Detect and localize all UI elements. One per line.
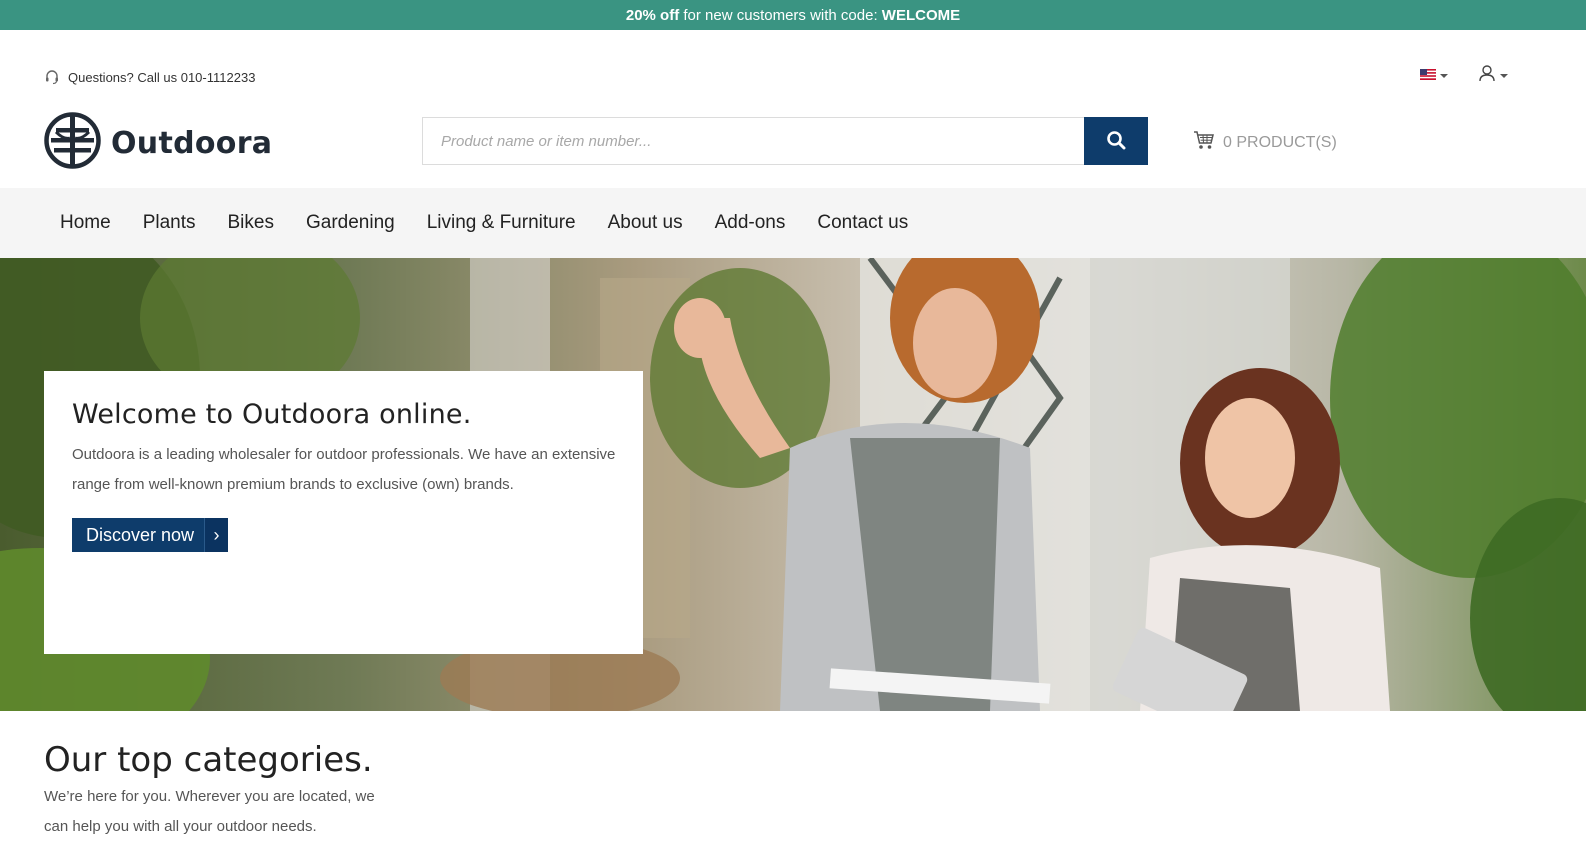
logo-tree-icon <box>44 112 101 174</box>
support-phone-text: Questions? Call us 010-1112233 <box>68 69 256 85</box>
search-button[interactable] <box>1084 117 1148 165</box>
language-selector[interactable] <box>1420 67 1448 85</box>
promo-code: WELCOME <box>881 6 961 24</box>
main-nav: Home Plants Bikes Gardening Living & Fur… <box>0 188 1586 258</box>
user-icon <box>1478 64 1496 87</box>
chevron-right-icon: › <box>204 518 229 552</box>
nav-item-about-us[interactable]: About us <box>592 212 699 234</box>
cart-icon <box>1193 130 1215 155</box>
discover-now-label: Discover now <box>86 524 195 545</box>
nav-item-add-ons[interactable]: Add-ons <box>699 212 802 234</box>
categories-subtitle: We’re here for you. Wherever you are loc… <box>44 788 375 835</box>
promo-highlight: 20% off <box>625 6 680 24</box>
hero-card: Welcome to Outdoora online. Outdoora is … <box>44 371 643 654</box>
support-info: Questions? Call us 010-1112233 <box>44 66 255 88</box>
us-flag-icon <box>1420 67 1436 85</box>
nav-item-contact-us[interactable]: Contact us <box>801 212 924 234</box>
promo-text: for new customers with code: <box>679 6 882 24</box>
cart-label: 0 PRODUCT(S) <box>1223 133 1337 151</box>
hero-title: Welcome to Outdoora online. <box>72 399 472 430</box>
discover-now-button[interactable]: Discover now › <box>72 518 229 552</box>
nav-item-living-furniture[interactable]: Living & Furniture <box>411 212 592 234</box>
nav-item-gardening[interactable]: Gardening <box>290 212 411 234</box>
hero-description: Outdoora is a leading wholesaler for out… <box>72 446 616 493</box>
nav-item-home[interactable]: Home <box>44 212 127 234</box>
categories-title: Our top categories. <box>44 740 373 780</box>
chevron-down-icon <box>1440 73 1448 78</box>
search-icon <box>1106 130 1126 153</box>
nav-item-bikes[interactable]: Bikes <box>212 212 290 234</box>
account-menu[interactable] <box>1478 64 1508 87</box>
chevron-down-icon <box>1500 73 1508 78</box>
search-input[interactable] <box>422 117 1084 165</box>
headset-icon <box>44 69 60 85</box>
utility-menu <box>1420 64 1508 87</box>
site-logo[interactable]: Outdoora <box>44 112 272 174</box>
nav-item-plants[interactable]: Plants <box>127 212 212 234</box>
promo-bar: 20% off for new customers with code: WEL… <box>0 0 1586 30</box>
logo-text: Outdoora <box>111 125 273 161</box>
cart-button[interactable]: 0 PRODUCT(S) <box>1193 130 1337 155</box>
hero-banner: Welcome to Outdoora online. Outdoora is … <box>0 258 1586 711</box>
search-bar <box>422 117 1148 165</box>
